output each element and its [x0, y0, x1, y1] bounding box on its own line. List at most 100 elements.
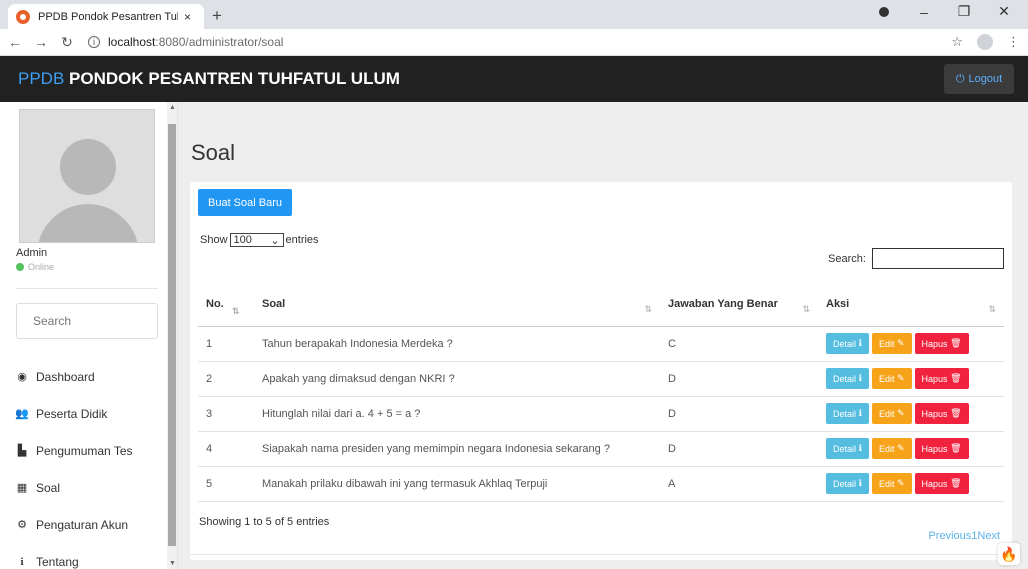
- entries-length-control: Show 100 ⌄ entries: [200, 233, 319, 247]
- edit-label: Edit: [878, 443, 895, 454]
- sidebar-scrollbar[interactable]: ▲ ▼: [167, 102, 177, 569]
- column-header-label: No.: [206, 297, 224, 310]
- new-tab-button[interactable]: +: [212, 6, 222, 26]
- delete-label: Hapus: [921, 478, 948, 489]
- tab-title: PPDB Pondok Pesantren Tuhfatul: [38, 10, 178, 23]
- sidebar-item-label: Pengumuman Tes: [36, 443, 133, 458]
- app-navbar: PPDB PONDOK PESANTREN TUHFATUL ULUM ⏻ Lo…: [0, 56, 1028, 102]
- sidebar-scroll-thumb[interactable]: [168, 124, 176, 546]
- settings-icon: ⚙: [17, 519, 27, 531]
- column-header-no[interactable]: No. ⇅: [198, 282, 254, 327]
- cell-actions: Detail ℹ Edit ✎ Hapus 🗑: [818, 396, 1004, 432]
- delete-button[interactable]: Hapus 🗑: [914, 438, 969, 459]
- trash-icon: 🗑: [950, 373, 962, 383]
- detail-button[interactable]: Detail ℹ: [826, 473, 869, 494]
- sidebar-item-label: Soal: [36, 480, 61, 495]
- edit-button[interactable]: Edit ✎: [871, 333, 912, 354]
- detail-label: Detail: [833, 408, 857, 419]
- scroll-up-icon[interactable]: ▲: [169, 104, 176, 111]
- edit-button[interactable]: Edit ✎: [871, 438, 912, 459]
- cell-jawaban: C: [660, 326, 818, 362]
- sidebar-item-peserta-didik[interactable]: 👥 Peserta Didik: [15, 395, 168, 432]
- column-header-label: Soal: [262, 297, 286, 310]
- cell-soal: Hitunglah nilai dari a. 4 + 5 = a ?: [254, 396, 660, 432]
- pager-next[interactable]: Next: [977, 530, 1000, 542]
- delete-label: Hapus: [921, 408, 948, 419]
- sidebar-item-soal[interactable]: ▦ Soal: [16, 469, 168, 506]
- detail-label: Detail: [833, 443, 857, 454]
- questions-icon: ▦: [16, 482, 28, 494]
- delete-button[interactable]: Hapus 🗑: [914, 368, 969, 389]
- site-info-icon[interactable]: i: [88, 36, 100, 48]
- recording-indicator-icon: [866, 4, 902, 20]
- cell-soal: Tahun berapakah Indonesia Merdeka ?: [254, 326, 660, 362]
- back-icon[interactable]: ←: [4, 34, 26, 50]
- page-title: Soal: [191, 140, 236, 165]
- url-path: :8080/administrator/soal: [155, 35, 284, 49]
- edit-label: Edit: [878, 373, 895, 384]
- minimize-icon[interactable]: –: [906, 4, 942, 20]
- window-close-icon[interactable]: ✕: [986, 3, 1022, 20]
- sidebar-item-pengaturan-akun[interactable]: ⚙ Pengaturan Akun: [16, 506, 168, 543]
- column-header-label: Aksi: [826, 297, 850, 310]
- url-field[interactable]: i localhost:8080/administrator/soal: [88, 35, 283, 49]
- delete-button[interactable]: Hapus 🗑: [914, 473, 969, 494]
- card-divider: [190, 554, 1012, 555]
- brand-title[interactable]: PPDB PONDOK PESANTREN TUHFATUL ULUM: [18, 69, 400, 89]
- sidebar-item-pengumuman-tes[interactable]: ▙ Pengumuman Tes: [16, 432, 168, 469]
- dashboard-icon: ◉: [17, 371, 27, 383]
- detail-button[interactable]: Detail ℹ: [826, 403, 869, 424]
- cell-jawaban: D: [660, 431, 818, 467]
- pagination: Previous 1 Next: [928, 530, 1000, 542]
- detail-label: Detail: [833, 373, 857, 384]
- detail-label: Detail: [833, 478, 857, 489]
- column-header-jawaban[interactable]: Jawaban Yang Benar ⇅: [660, 282, 818, 327]
- forward-icon[interactable]: →: [30, 34, 52, 50]
- delete-button[interactable]: Hapus 🗑: [914, 333, 969, 354]
- avatar: [19, 109, 155, 243]
- reload-icon[interactable]: ↻: [56, 34, 78, 51]
- browser-tab[interactable]: PPDB Pondok Pesantren Tuhfatul ×: [8, 4, 204, 29]
- tab-close-icon[interactable]: ×: [184, 10, 191, 24]
- detail-button[interactable]: Detail ℹ: [826, 368, 869, 389]
- edit-button[interactable]: Edit ✎: [871, 403, 912, 424]
- delete-label: Hapus: [921, 338, 948, 349]
- cell-no: 5: [198, 466, 254, 502]
- chevron-down-icon: ⌄: [270, 234, 280, 247]
- edit-button[interactable]: Edit ✎: [871, 368, 912, 389]
- restore-icon[interactable]: ❐: [946, 3, 982, 20]
- table-row: 4 Siapakah nama presiden yang memimpin n…: [198, 431, 1004, 467]
- column-header-soal[interactable]: Soal ⇅: [254, 282, 660, 327]
- table-search-label: Search:: [828, 253, 866, 265]
- account-icon[interactable]: [977, 34, 993, 50]
- detail-button[interactable]: Detail ℹ: [826, 438, 869, 459]
- logout-button[interactable]: ⏻ Logout: [944, 64, 1014, 94]
- cell-jawaban: D: [660, 396, 818, 432]
- cell-actions: Detail ℹ Edit ✎ Hapus 🗑: [818, 361, 1004, 397]
- sidebar-search-input[interactable]: [16, 303, 158, 339]
- bookmark-star-icon[interactable]: ☆: [951, 34, 963, 50]
- column-header-aksi[interactable]: Aksi ⇅: [818, 282, 1004, 327]
- user-name: Admin: [16, 247, 48, 259]
- edit-button[interactable]: Edit ✎: [871, 473, 912, 494]
- cell-no: 3: [198, 396, 254, 432]
- sidebar: Admin Online ◉ Dashboard 👥 Peserta Didik…: [0, 102, 178, 569]
- power-icon: ⏻: [955, 72, 965, 85]
- site-favicon-icon: [16, 9, 30, 24]
- delete-button[interactable]: Hapus 🗑: [914, 403, 969, 424]
- delete-label: Hapus: [921, 443, 948, 454]
- browser-menu-icon[interactable]: ⋮: [1007, 34, 1020, 50]
- entries-select[interactable]: 100 ⌄: [229, 233, 284, 247]
- sidebar-item-dashboard[interactable]: ◉ Dashboard: [16, 358, 168, 395]
- pager-previous[interactable]: Previous: [928, 530, 971, 542]
- sidebar-divider: [16, 288, 158, 289]
- create-question-button[interactable]: Buat Soal Baru: [198, 189, 292, 216]
- sidebar-item-tentang[interactable]: i Tentang: [16, 543, 168, 569]
- devtools-flame-icon[interactable]: 🔥: [998, 543, 1020, 565]
- table-search-input[interactable]: [872, 248, 1004, 269]
- entries-select-value: 100: [233, 234, 252, 246]
- detail-button[interactable]: Detail ℹ: [826, 333, 869, 354]
- scroll-down-icon[interactable]: ▼: [169, 560, 176, 567]
- edit-label: Edit: [878, 478, 895, 489]
- sidebar-menu: ◉ Dashboard 👥 Peserta Didik ▙ Pengumuman…: [15, 358, 168, 569]
